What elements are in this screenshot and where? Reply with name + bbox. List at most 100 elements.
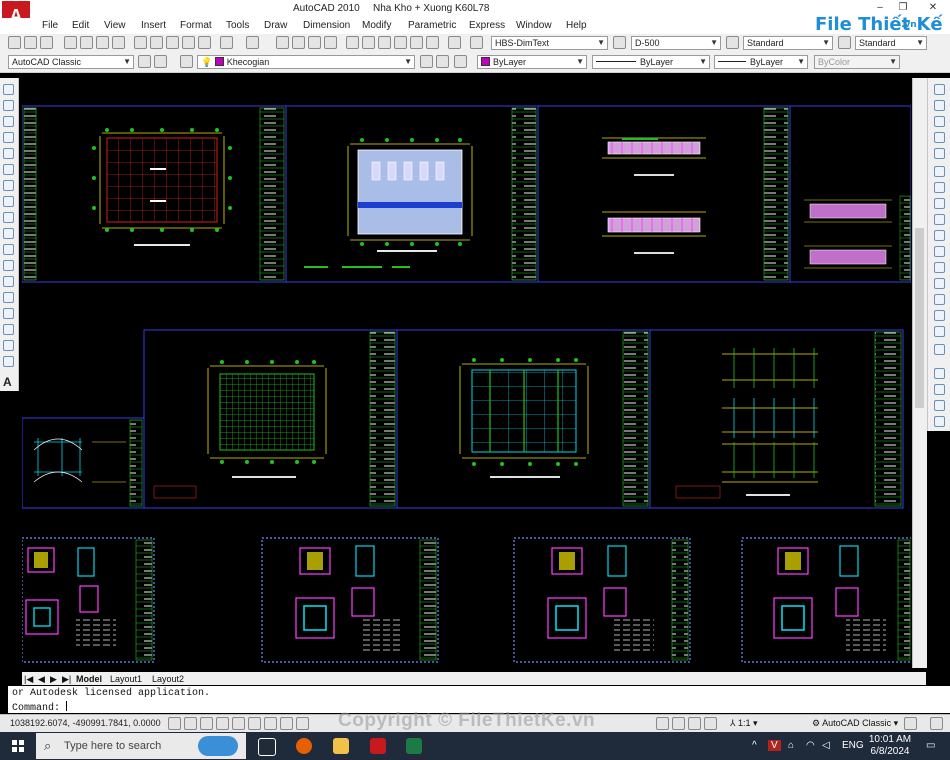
chamfer-icon[interactable] xyxy=(934,310,945,321)
bring-front-icon[interactable] xyxy=(934,384,945,395)
color-dropdown[interactable]: ByLayer ▼ xyxy=(477,55,587,69)
pan-icon[interactable] xyxy=(276,36,289,49)
workspace-dropdown[interactable]: AutoCAD Classic ▼ xyxy=(8,55,134,69)
text-front-icon[interactable] xyxy=(934,416,945,427)
menu-draw[interactable]: Draw xyxy=(264,20,287,31)
tablestyle-dropdown[interactable]: Standard ▼ xyxy=(855,36,927,50)
object-snap-tracking-icon[interactable] xyxy=(248,717,261,730)
textstyle-dropdown[interactable]: Standard ▼ xyxy=(743,36,833,50)
paste-icon[interactable] xyxy=(166,36,179,49)
circle-icon[interactable] xyxy=(3,180,14,191)
menu-file[interactable]: File xyxy=(42,20,58,31)
zoom-realtime-icon[interactable] xyxy=(292,36,305,49)
plotstyle-dropdown[interactable]: ByColor ▼ xyxy=(814,55,900,69)
markup-icon[interactable] xyxy=(410,36,423,49)
multiline-text-icon[interactable]: A xyxy=(3,375,12,389)
object-snap-icon[interactable] xyxy=(232,717,245,730)
gradient-icon[interactable] xyxy=(3,324,14,335)
tab-nav-first-icon[interactable]: |◀ xyxy=(24,674,33,685)
command-window[interactable]: or Autodesk licensed application. Comman… xyxy=(8,686,950,714)
menu-dimension[interactable]: Dimension xyxy=(303,20,350,31)
join-icon[interactable] xyxy=(934,294,945,305)
steering-wheel-icon[interactable] xyxy=(688,717,701,730)
layer-manager-icon[interactable] xyxy=(180,55,193,68)
menu-express[interactable]: Express xyxy=(469,20,505,31)
save-icon[interactable] xyxy=(40,36,53,49)
dimstyle-dropdown[interactable]: HBS-DimText ▼ xyxy=(491,36,608,50)
new-file-icon[interactable] xyxy=(8,36,21,49)
insert-block-icon[interactable] xyxy=(3,260,14,271)
layer-state-icon[interactable] xyxy=(454,55,467,68)
rectangle-icon[interactable] xyxy=(3,148,14,159)
polar-tracking-icon[interactable] xyxy=(216,717,229,730)
tab-nav-next-icon[interactable]: ▶ xyxy=(50,674,57,685)
scale-icon[interactable] xyxy=(934,198,945,209)
polyline-icon[interactable] xyxy=(3,116,14,127)
windows-start-icon[interactable] xyxy=(12,740,24,752)
fillet-icon[interactable] xyxy=(934,326,945,337)
properties-icon[interactable] xyxy=(346,36,359,49)
language-indicator[interactable]: ENG xyxy=(842,740,864,751)
plot-preview-icon[interactable] xyxy=(80,36,93,49)
dim-style-icon[interactable] xyxy=(613,36,626,49)
array-icon[interactable] xyxy=(934,148,945,159)
lineweight-toggle-icon[interactable] xyxy=(296,717,309,730)
layer-previous-icon[interactable] xyxy=(436,55,449,68)
file-explorer-icon[interactable] xyxy=(333,738,349,754)
tray-app-icon[interactable]: V xyxy=(768,740,781,751)
volume-icon[interactable]: ◁ xyxy=(822,740,830,751)
arc-icon[interactable] xyxy=(3,164,14,175)
snap-mode-icon[interactable] xyxy=(168,717,181,730)
textsize-dropdown[interactable]: D-500 ▼ xyxy=(631,36,721,50)
tool-palettes-icon[interactable] xyxy=(378,36,391,49)
dynamic-input-icon[interactable] xyxy=(280,717,293,730)
hatch-icon[interactable] xyxy=(3,308,14,319)
polygon-icon[interactable] xyxy=(3,132,14,143)
line-tool-icon[interactable] xyxy=(3,84,14,95)
menu-insert[interactable]: Insert xyxy=(141,20,166,31)
offset-icon[interactable] xyxy=(934,132,945,143)
minimize-icon[interactable]: – xyxy=(872,2,888,13)
tab-nav-prev-icon[interactable]: ◀ xyxy=(38,674,45,685)
dynamic-ucs-icon[interactable] xyxy=(264,717,277,730)
table-icon[interactable] xyxy=(3,356,14,367)
workspace-switch[interactable]: ⚙ AutoCAD Classic ▾ xyxy=(812,718,898,729)
customize-icon[interactable] xyxy=(154,55,167,68)
menu-parametric[interactable]: Parametric xyxy=(408,20,456,31)
excel-icon[interactable] xyxy=(406,738,422,754)
tab-nav-last-icon[interactable]: ▶| xyxy=(62,674,71,685)
clean-screen-icon[interactable] xyxy=(930,717,943,730)
showmotion-icon[interactable] xyxy=(704,717,717,730)
zoom-window-icon[interactable] xyxy=(308,36,321,49)
region-icon[interactable] xyxy=(3,340,14,351)
copy-icon[interactable] xyxy=(150,36,163,49)
publish-icon[interactable] xyxy=(96,36,109,49)
block-editor-icon[interactable] xyxy=(198,36,211,49)
menu-tools[interactable]: Tools xyxy=(226,20,249,31)
move-icon[interactable] xyxy=(934,166,945,177)
redo-icon[interactable] xyxy=(246,36,259,49)
copy-object-icon[interactable] xyxy=(934,100,945,111)
spline-icon[interactable] xyxy=(3,212,14,223)
pan-status-icon[interactable] xyxy=(656,717,669,730)
help-icon[interactable] xyxy=(448,36,461,49)
stretch-icon[interactable] xyxy=(934,214,945,225)
zoom-previous-icon[interactable] xyxy=(324,36,337,49)
menu-format[interactable]: Format xyxy=(180,20,212,31)
menu-edit[interactable]: Edit xyxy=(72,20,89,31)
undo-icon[interactable] xyxy=(220,36,233,49)
multileader-style-icon[interactable] xyxy=(838,36,851,49)
send-back-icon[interactable] xyxy=(934,400,945,411)
linetype-dropdown[interactable]: ByLayer ▼ xyxy=(592,55,710,69)
menu-view[interactable]: View xyxy=(104,20,126,31)
construction-line-icon[interactable] xyxy=(3,100,14,111)
draw-order-icon[interactable] xyxy=(934,368,945,379)
break-icon[interactable] xyxy=(934,278,945,289)
workspace-settings-icon[interactable] xyxy=(138,55,151,68)
drawing-area[interactable] xyxy=(22,78,911,668)
point-icon[interactable] xyxy=(3,292,14,303)
menu-window[interactable]: Window xyxy=(516,20,552,31)
extend-icon[interactable] xyxy=(934,246,945,257)
menu-modify[interactable]: Modify xyxy=(362,20,391,31)
revision-cloud-icon[interactable] xyxy=(3,196,14,207)
